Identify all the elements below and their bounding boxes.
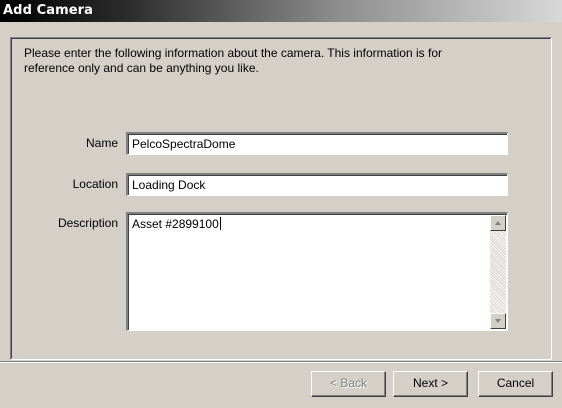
window-title: Add Camera (3, 3, 94, 18)
name-field-value: PelcoSpectraDome (132, 137, 236, 151)
description-textarea[interactable]: Asset #2899100 (126, 212, 508, 331)
scroll-up-button[interactable] (490, 215, 506, 231)
name-field[interactable]: PelcoSpectraDome (126, 132, 508, 155)
intro-line-2: reference only and can be anything you l… (24, 61, 259, 75)
description-scrollbar[interactable] (490, 215, 506, 329)
next-button-label: Next > (412, 376, 448, 390)
add-camera-dialog: Add Camera Please enter the following in… (0, 0, 562, 408)
intro-line-1: Please enter the following information a… (24, 46, 442, 60)
description-field-value: Asset #2899100 (132, 217, 219, 231)
location-field[interactable]: Loading Dock (126, 173, 508, 196)
back-button[interactable]: < Back (311, 371, 386, 397)
text-caret (219, 217, 221, 230)
scroll-down-button[interactable] (490, 313, 506, 329)
cancel-button[interactable]: Cancel (478, 371, 553, 397)
scroll-down-arrow-icon (495, 319, 501, 323)
location-field-value: Loading Dock (132, 178, 206, 192)
location-label: Location (72, 177, 118, 191)
title-bar[interactable]: Add Camera (0, 0, 562, 22)
back-button-label: < Back (329, 376, 368, 390)
cancel-button-label: Cancel (496, 376, 535, 390)
description-label: Description (57, 216, 118, 230)
intro-text: Please enter the following information a… (24, 46, 544, 76)
footer-divider (0, 361, 562, 363)
next-button[interactable]: Next > (393, 371, 468, 397)
name-label: Name (85, 136, 118, 150)
scroll-up-arrow-icon (495, 221, 501, 225)
